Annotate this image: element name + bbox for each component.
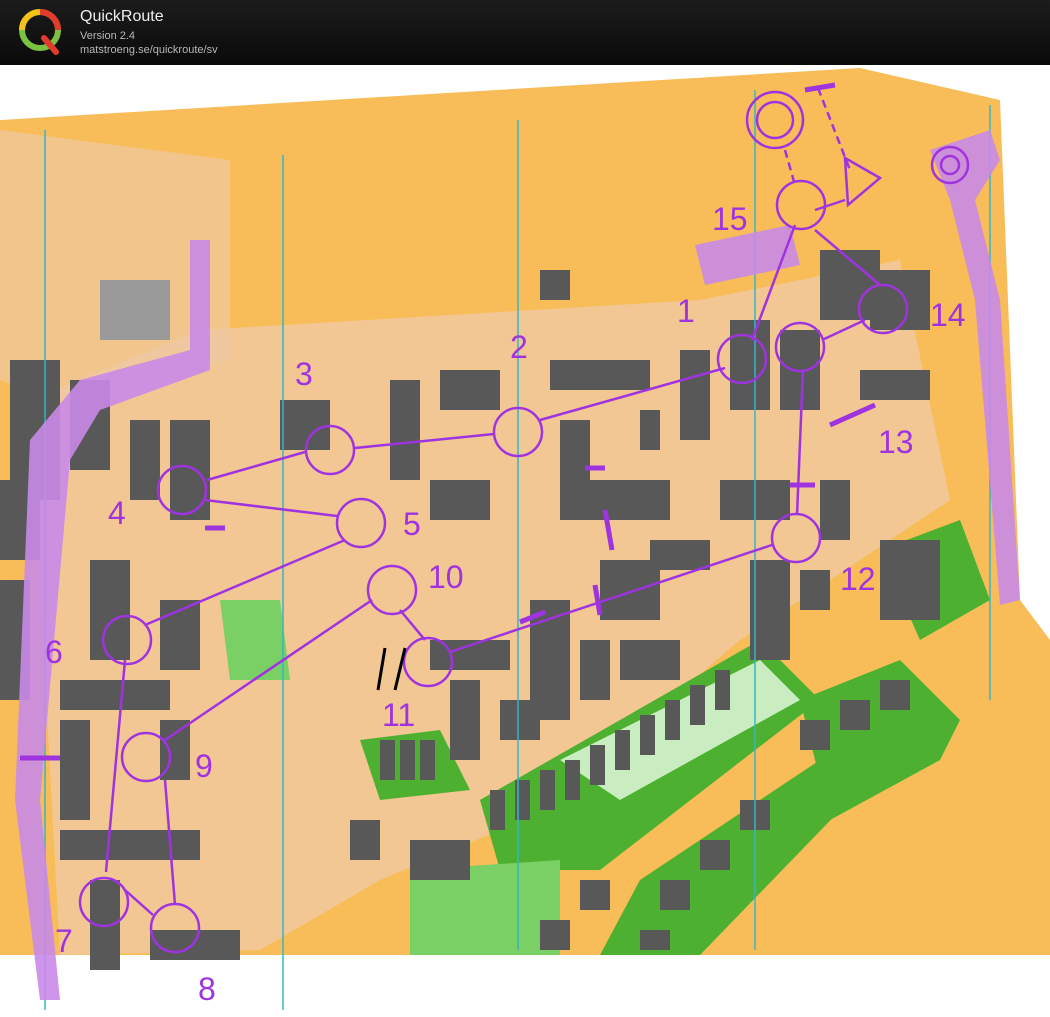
- control-number-11: 11: [382, 697, 415, 733]
- control-number-2: 2: [510, 329, 528, 365]
- control-number-6: 6: [45, 634, 63, 670]
- app-header: QuickRoute Version 2.4 matstroeng.se/qui…: [0, 0, 1050, 65]
- control-number-13: 13: [878, 424, 914, 460]
- control-number-12: 12: [840, 561, 876, 597]
- control-number-15: 15: [712, 201, 748, 237]
- control-number-10: 10: [428, 559, 464, 595]
- app-title: QuickRoute: [80, 8, 164, 25]
- quickroute-logo: [19, 9, 61, 55]
- control-number-9: 9: [195, 748, 213, 784]
- orienteering-map[interactable]: 1 2 3 4 5 6 7 8 9 10 11 12 13 14 15: [0, 65, 1050, 1017]
- control-number-3: 3: [295, 356, 313, 392]
- control-number-14: 14: [930, 297, 966, 333]
- control-number-5: 5: [403, 506, 421, 542]
- app-url[interactable]: matstroeng.se/quickroute/sv: [80, 44, 218, 56]
- app-version: Version 2.4: [80, 30, 136, 42]
- control-number-7: 7: [55, 923, 73, 959]
- control-number-4: 4: [108, 495, 126, 531]
- control-number-1: 1: [677, 293, 695, 329]
- control-number-8: 8: [198, 971, 216, 1007]
